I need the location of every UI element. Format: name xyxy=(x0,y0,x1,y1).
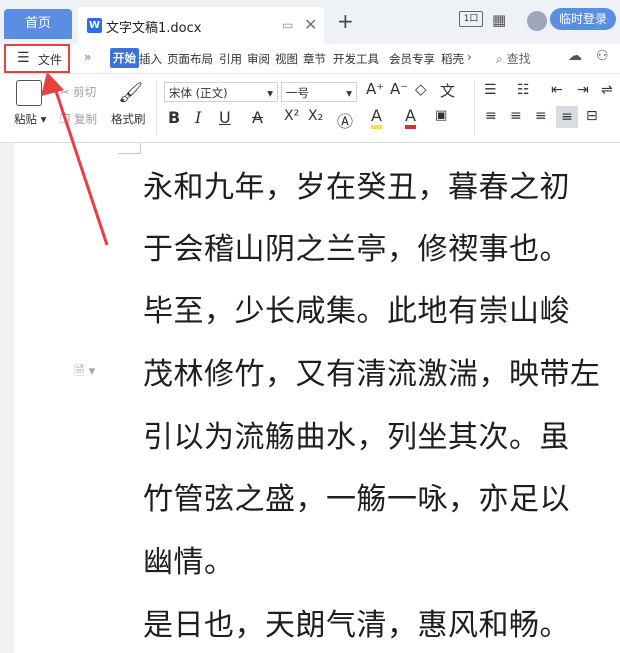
chinese-layout-icon[interactable]: ⇌ xyxy=(601,82,613,98)
tab-view[interactable]: 视图 xyxy=(275,51,298,67)
subscript-button[interactable]: X₂ xyxy=(308,108,323,124)
text-line: 幽情。 xyxy=(143,545,235,580)
italic-button[interactable]: I xyxy=(195,108,201,127)
align-right-icon[interactable]: ≡ xyxy=(535,108,547,124)
paste-icon[interactable] xyxy=(16,80,42,106)
paste-button[interactable]: 粘贴 ▾ xyxy=(14,111,46,127)
numbered-list-icon[interactable]: ☷ xyxy=(517,82,530,98)
tab-page-layout[interactable]: 页面布局 xyxy=(167,51,213,67)
char-border-icon[interactable]: ▣ xyxy=(435,108,447,123)
format-painter-icon[interactable]: 🖌 xyxy=(118,80,143,104)
avatar[interactable] xyxy=(527,11,547,31)
apps-grid-icon[interactable]: ▦ xyxy=(492,11,506,29)
underline-button[interactable]: U xyxy=(219,108,231,127)
margin-corner-mark xyxy=(118,143,141,154)
text-line: 是日也，天朗气清，惠风和畅。 xyxy=(143,608,570,643)
grow-font-icon[interactable]: A⁺ xyxy=(366,80,384,98)
highlight-box xyxy=(4,44,70,73)
align-justify-icon[interactable]: ≡ xyxy=(556,106,578,128)
text-line: 茂林修竹，又有清流激湍，映带左 xyxy=(143,357,601,392)
document-tab-name: 文字文稿1.docx xyxy=(106,21,202,36)
font-size-value: 一号 xyxy=(286,86,309,100)
word-doc-icon: W xyxy=(87,18,102,33)
bold-button[interactable]: B xyxy=(168,108,180,127)
font-name-value: 宋体 (正文) xyxy=(169,86,228,100)
font-name-select[interactable]: 宋体 (正文) ▾ xyxy=(164,82,278,102)
tab-docer[interactable]: 稻壳 xyxy=(441,51,464,67)
tab-developer[interactable]: 开发工具 xyxy=(333,51,379,67)
font-size-select[interactable]: 一号 ▾ xyxy=(281,82,357,102)
text-line: 竹管弦之盛，一觞一咏，亦足以 xyxy=(143,482,570,517)
monitor-icon[interactable]: ▭ xyxy=(282,18,293,32)
tab-insert[interactable]: 插入 xyxy=(139,51,162,67)
new-tab-button[interactable]: + xyxy=(337,9,354,33)
tab-home[interactable]: 首页 xyxy=(4,9,72,39)
cut-button[interactable]: ✂ 剪切 xyxy=(60,84,96,100)
align-center-icon[interactable]: ≡ xyxy=(510,108,522,124)
search-icon: ⌕ xyxy=(496,52,503,66)
layout-switch-icon[interactable]: 1口 xyxy=(459,11,483,27)
format-painter-button[interactable]: 格式刷 xyxy=(111,111,146,127)
copy-icon: ❐ xyxy=(60,112,71,126)
more-tabs-right-icon[interactable]: › xyxy=(467,50,472,64)
share-user-icon[interactable]: ⚇ xyxy=(596,48,609,64)
text-line: 永和九年，岁在癸丑，暮春之初 xyxy=(143,170,570,205)
align-left-icon[interactable]: ≡ xyxy=(485,108,497,124)
font-color-button[interactable]: A xyxy=(405,106,416,129)
tab-start[interactable]: 开始 xyxy=(110,48,139,68)
copy-button[interactable]: ❐ 复制 xyxy=(60,111,97,127)
scissors-icon: ✂ xyxy=(60,85,70,99)
paste-label: 粘贴 xyxy=(14,112,37,126)
search-label: 查找 xyxy=(506,52,531,66)
tab-review[interactable]: 审阅 xyxy=(247,51,270,67)
text-line: 毕至，少长咸集。此地有崇山峻 xyxy=(143,294,570,329)
phonetic-icon[interactable]: 文 xyxy=(440,80,455,101)
toolbar-divider xyxy=(474,80,475,136)
shrink-font-icon[interactable]: A⁻ xyxy=(390,80,408,98)
outdent-icon[interactable]: ⇤ xyxy=(551,82,563,98)
tab-document[interactable]: W 文字文稿1.docx ▭ ✕ xyxy=(78,7,324,44)
paragraph-handle-icon[interactable]: 🗎 ▾ xyxy=(74,362,95,384)
tab-chapter[interactable]: 章节 xyxy=(303,51,326,67)
indent-icon[interactable]: ⇥ xyxy=(577,82,589,98)
login-button[interactable]: 临时登录 xyxy=(550,8,616,30)
chevron-down-icon: ▾ xyxy=(346,86,352,100)
highlight-button[interactable]: A xyxy=(371,106,382,129)
strikethrough-button[interactable]: A xyxy=(252,108,263,127)
toolbar-divider xyxy=(156,80,157,136)
cut-label: 剪切 xyxy=(73,85,97,99)
document-page[interactable] xyxy=(14,143,620,653)
clear-format-icon[interactable]: ◇ xyxy=(415,80,427,98)
bullet-list-icon[interactable]: ☰ xyxy=(484,82,497,98)
copy-label: 复制 xyxy=(73,112,97,126)
more-tabs-left-icon[interactable]: » xyxy=(84,50,91,64)
close-tab-icon[interactable]: ✕ xyxy=(304,15,317,34)
text-line: 于会稽山阴之兰亭，修禊事也。 xyxy=(143,232,570,267)
search-button[interactable]: ⌕ 查找 xyxy=(496,50,531,67)
distributed-align-icon[interactable]: ⊟ xyxy=(586,108,598,124)
cloud-sync-icon[interactable]: ☁ xyxy=(568,48,582,64)
text-line: 引以为流觞曲水，列坐其次。虽 xyxy=(143,420,570,455)
tab-references[interactable]: 引用 xyxy=(219,51,242,67)
text-effect-icon[interactable]: Ⓐ xyxy=(337,108,353,132)
superscript-button[interactable]: X² xyxy=(284,108,299,124)
tab-member[interactable]: 会员专享 xyxy=(389,51,435,67)
chevron-down-icon: ▾ xyxy=(267,86,273,100)
